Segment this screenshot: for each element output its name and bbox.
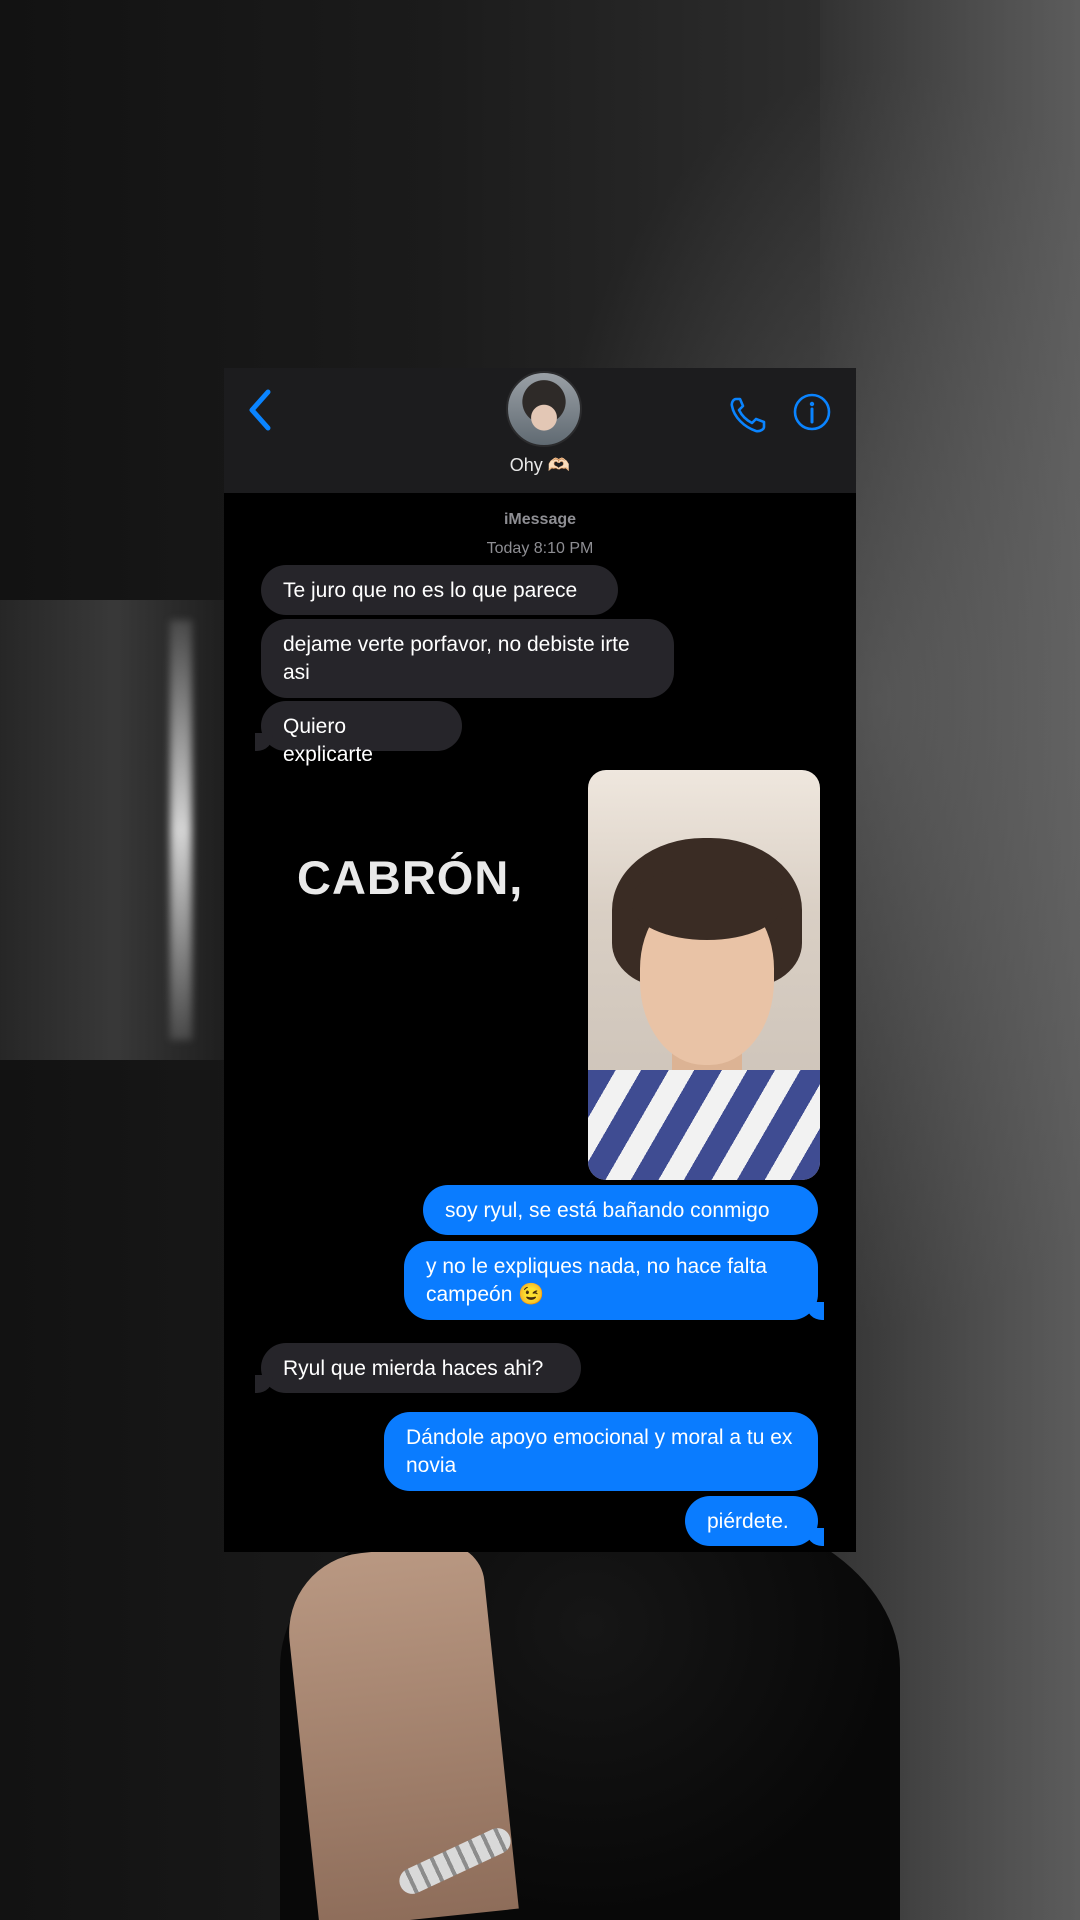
message-bubble-incoming[interactable]: Ryul que mierda haces ahi?	[255, 1343, 581, 1393]
message-bubble-incoming[interactable]: Te juro que no es lo que parece	[261, 565, 618, 615]
message-bubble-outgoing[interactable]: soy ryul, se está bañando conmigo	[423, 1185, 818, 1235]
screen: Ohy 🫶🏻 iMessage Today 8:10 PM Te juro qu…	[0, 0, 1080, 1920]
avatar[interactable]	[506, 371, 582, 447]
message-bubble-outgoing[interactable]: Dándole apoyo emocional y moral a tu ex …	[384, 1412, 818, 1491]
imessage-screenshot: Ohy 🫶🏻 iMessage Today 8:10 PM Te juro qu…	[224, 368, 856, 1552]
info-icon	[793, 393, 831, 431]
photo-fringe	[632, 870, 782, 940]
contact-name[interactable]: Ohy 🫶🏻	[440, 455, 640, 476]
message-text: soy ryul, se está bañando conmigo	[445, 1199, 770, 1222]
message-bubble-incoming[interactable]: dejame verte porfavor, no debiste irte a…	[261, 619, 674, 698]
photo-shirt	[588, 1070, 820, 1180]
call-button[interactable]	[726, 393, 770, 437]
message-text: piérdete.	[707, 1510, 789, 1533]
message-timestamp: Today 8:10 PM	[486, 540, 594, 557]
message-text: Quiero explicarte	[283, 715, 373, 766]
message-bubble-outgoing[interactable]: y no le expliques nada, no hace falta ca…	[404, 1241, 824, 1320]
message-text: y no le expliques nada, no hace falta ca…	[426, 1255, 767, 1306]
background-arm	[281, 1540, 519, 1920]
background-light-reflection	[170, 620, 192, 1040]
image-message[interactable]	[588, 770, 820, 1180]
message-text: Te juro que no es lo que parece	[283, 579, 578, 602]
overlay-caption: CABRÓN,	[297, 851, 524, 904]
message-bubble-outgoing[interactable]: piérdete.	[685, 1496, 824, 1546]
message-text: Dándole apoyo emocional y moral a tu ex …	[406, 1426, 793, 1477]
background-door	[0, 600, 230, 1060]
message-text: Ryul que mierda haces ahi?	[283, 1357, 544, 1380]
info-button[interactable]	[792, 392, 832, 432]
phone-icon	[730, 397, 766, 433]
service-label: iMessage	[503, 511, 577, 528]
message-text: dejame verte porfavor, no debiste irte a…	[283, 633, 630, 684]
message-bubble-incoming[interactable]: Quiero explicarte	[255, 701, 462, 766]
chevron-left-icon	[249, 389, 271, 431]
back-button[interactable]	[244, 388, 284, 438]
conversation-header: Ohy 🫶🏻	[224, 368, 856, 493]
